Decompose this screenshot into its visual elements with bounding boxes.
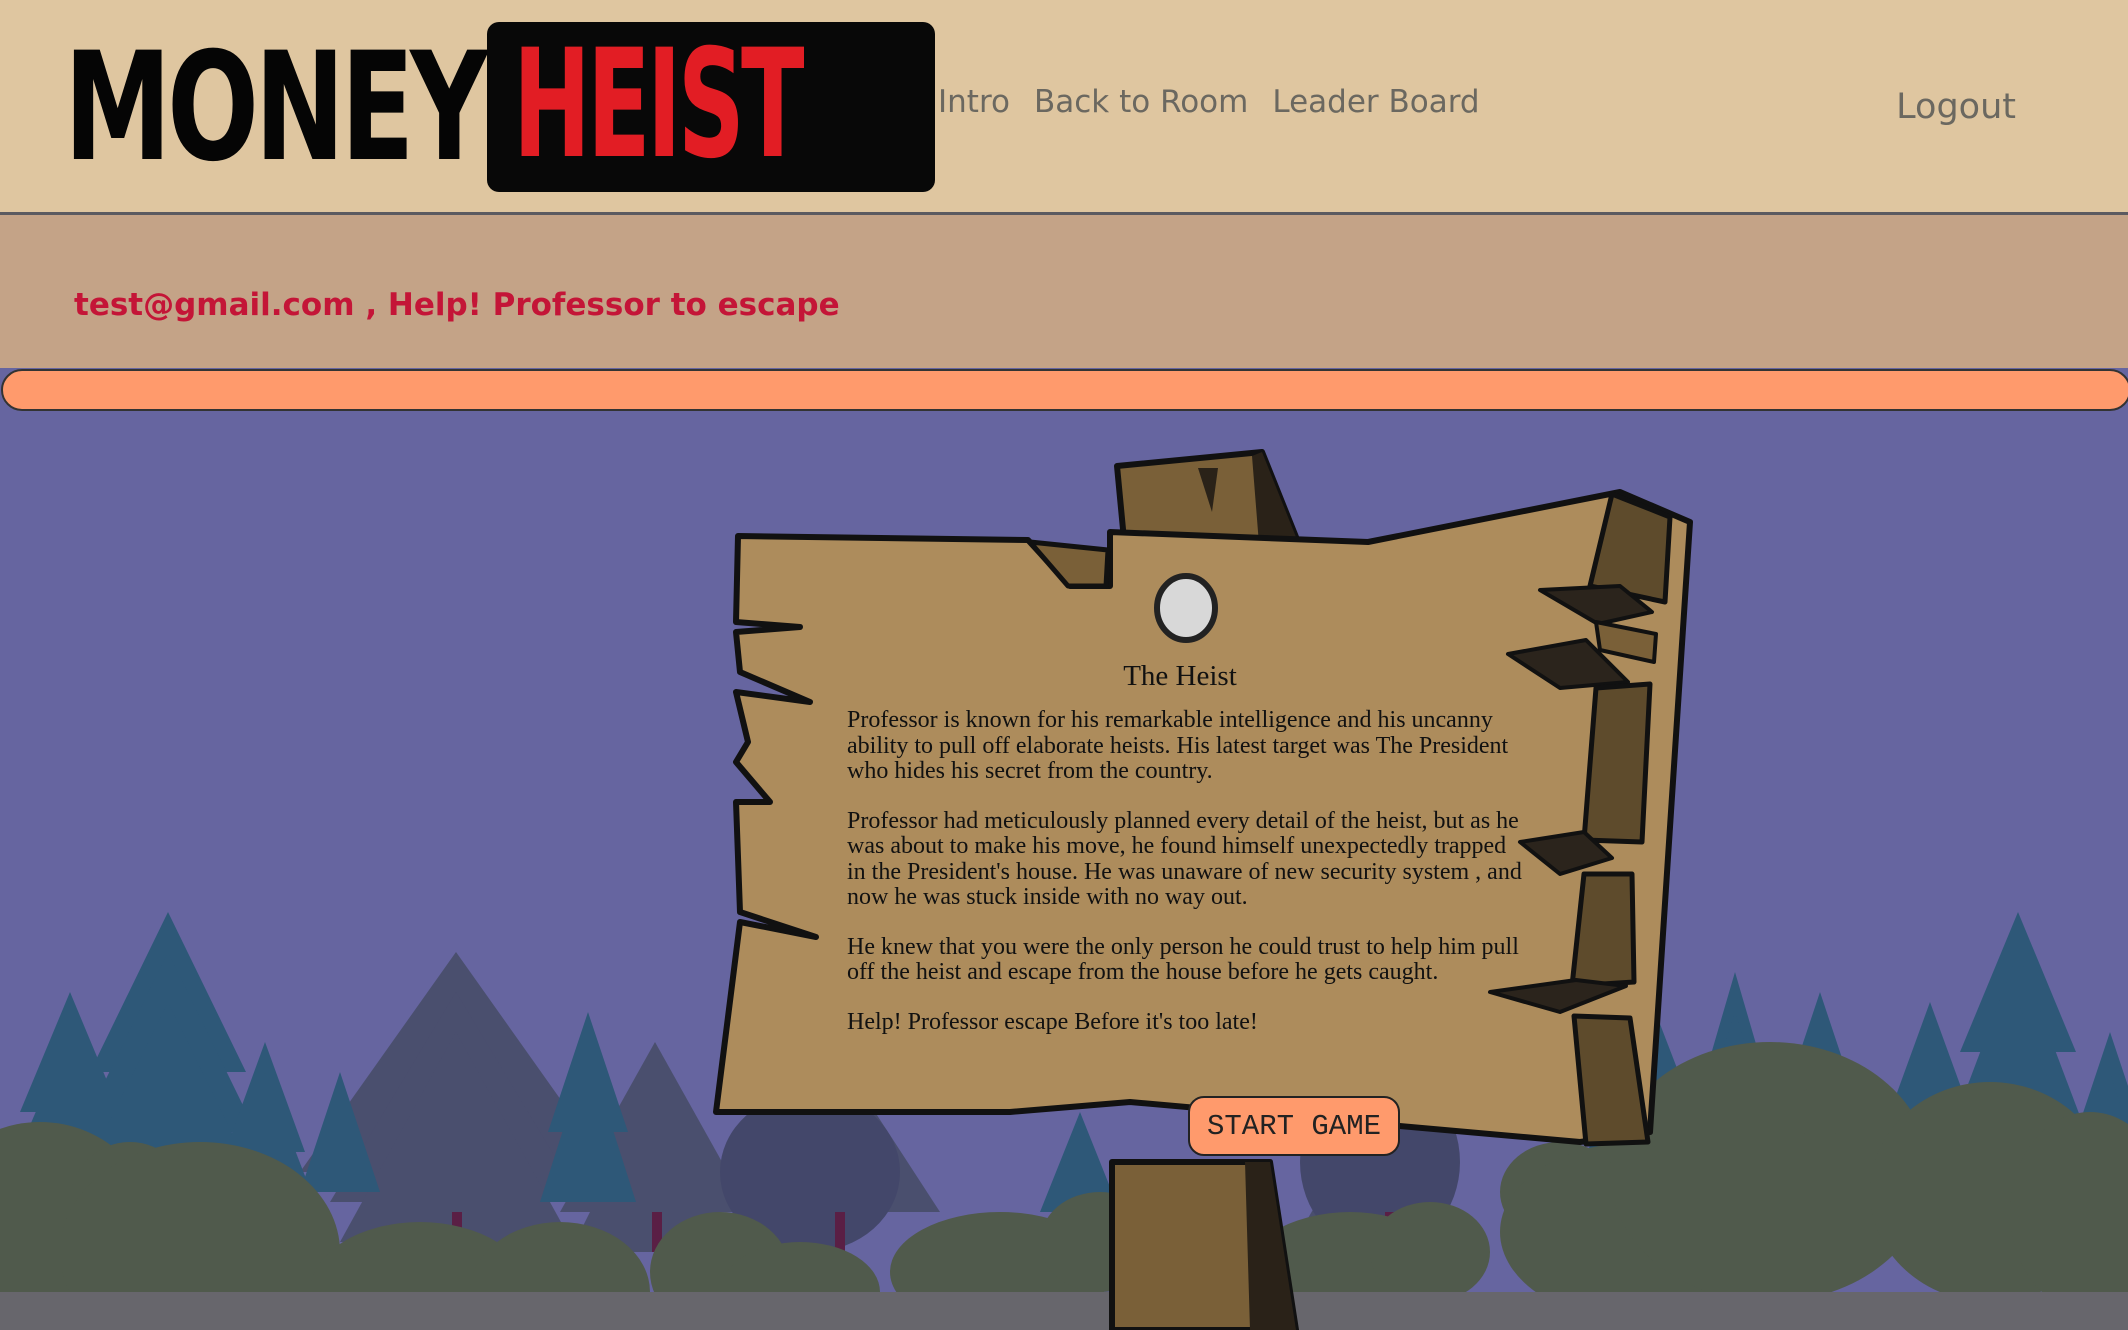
story-text: Professor is known for his remarkable in… (847, 707, 1523, 1059)
logo-word-heist: HEIST (513, 22, 805, 192)
nav-link-leader-board[interactable]: Leader Board (1272, 84, 1479, 120)
money-heist-logo[interactable]: MONEY HEIST (64, 21, 935, 195)
story-paragraph: Professor had meticulously planned every… (847, 807, 1522, 910)
logo-word-money: MONEY (64, 21, 488, 195)
story-title: The Heist (1123, 660, 1237, 692)
progress-bar (1, 369, 2128, 411)
main-nav: Intro Back to Room Leader Board (938, 84, 1480, 120)
logout-link[interactable]: Logout (1896, 87, 2016, 127)
nav-link-back-to-room[interactable]: Back to Room (1034, 84, 1248, 120)
nav-link-intro[interactable]: Intro (938, 84, 1010, 120)
nail-icon (1154, 573, 1218, 643)
welcome-message: test@gmail.com , Help! Professor to esca… (74, 287, 840, 323)
start-game-button[interactable]: START GAME (1188, 1096, 1400, 1156)
story-paragraph: Help! Professor escape Before it's too l… (847, 1008, 1258, 1035)
top-navbar: MONEY HEIST Intro Back to Room Leader Bo… (0, 0, 2128, 215)
game-page: MONEY HEIST Intro Back to Room Leader Bo… (0, 0, 2128, 1330)
story-paragraph: He knew that you were the only person he… (847, 933, 1519, 985)
story-paragraph: Professor is known for his remarkable in… (847, 707, 1509, 784)
welcome-banner: test@gmail.com , Help! Professor to esca… (0, 215, 2128, 368)
logo-heist-box: HEIST (487, 22, 935, 192)
